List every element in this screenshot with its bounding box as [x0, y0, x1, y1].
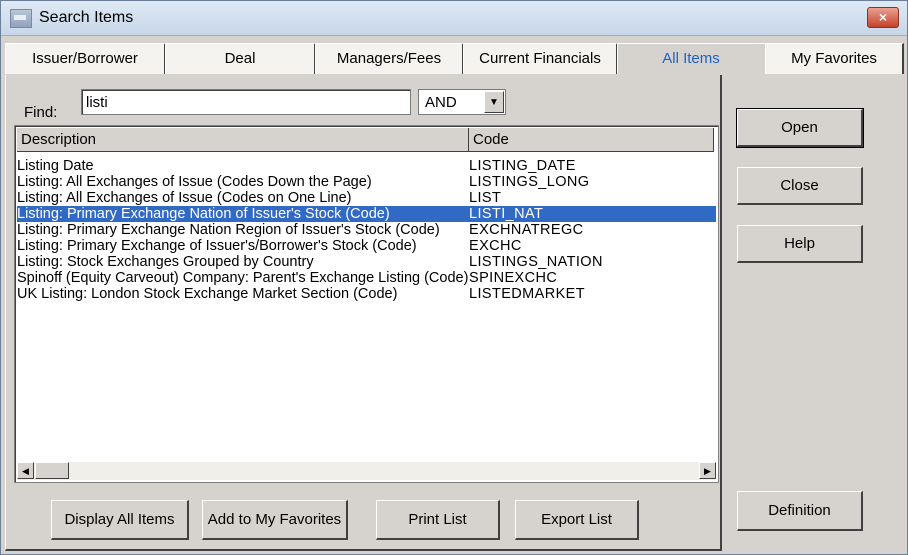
scroll-right-icon[interactable]: ▶	[699, 462, 716, 479]
horizontal-scrollbar[interactable]: ◀ ▶	[17, 462, 716, 480]
open-button[interactable]: Open	[736, 108, 864, 148]
item-description: Listing: All Exchanges of Issue (Codes D…	[17, 174, 372, 190]
close-window-button[interactable]: ×	[867, 7, 899, 28]
list-item[interactable]: Listing Date LISTING_DATE	[17, 158, 716, 174]
definition-button[interactable]: Definition	[737, 491, 863, 531]
title-bar: Search Items ×	[1, 1, 907, 36]
column-header-code[interactable]: Code	[469, 128, 714, 152]
item-code: EXCHNATREGC	[469, 222, 584, 238]
column-header-description[interactable]: Description	[17, 128, 469, 152]
display-all-items-button[interactable]: Display All Items	[51, 500, 189, 540]
item-description: Listing: Primary Exchange Nation of Issu…	[17, 206, 390, 222]
list-item[interactable]: Spinoff (Equity Carveout) Company: Paren…	[17, 270, 716, 286]
item-description: Listing Date	[17, 158, 94, 174]
list-item[interactable]: Listing: Primary Exchange Nation Region …	[17, 222, 716, 238]
item-code: LISTI_NAT	[469, 206, 544, 222]
item-code: LISTINGS_LONG	[469, 174, 590, 190]
list-item[interactable]: Listing: Primary Exchange of Issuer's/Bo…	[17, 238, 716, 254]
list-item[interactable]: Listing: Stock Exchanges Grouped by Coun…	[17, 254, 716, 270]
item-code: EXCHC	[469, 238, 522, 254]
help-button[interactable]: Help	[737, 225, 863, 263]
chevron-down-icon[interactable]: ▼	[484, 91, 504, 113]
tab-current-financials[interactable]: Current Financials	[463, 43, 618, 74]
item-description: UK Listing: London Stock Exchange Market…	[17, 286, 398, 302]
tab-all-items[interactable]: All Items	[617, 43, 765, 74]
export-list-button[interactable]: Export List	[515, 500, 639, 540]
items-list[interactable]: Description Code Listing Date LISTING_DAT…	[14, 125, 719, 483]
scroll-left-icon[interactable]: ◀	[17, 462, 34, 479]
list-item[interactable]: Listing: All Exchanges of Issue (Codes D…	[17, 174, 716, 190]
tab-my-favorites[interactable]: My Favorites	[765, 43, 904, 74]
item-code: LISTEDMARKET	[469, 286, 585, 302]
window-title: Search Items	[39, 9, 134, 26]
tab-issuer-borrower[interactable]: Issuer/Borrower	[5, 43, 166, 74]
list-item[interactable]: Listing: All Exchanges of Issue (Codes o…	[17, 190, 716, 206]
search-items-window: Search Items × Issuer/Borrower Deal Mana…	[0, 0, 908, 555]
operator-value: AND	[425, 94, 457, 111]
all-items-panel: Find: AND ▼ Description Code Listing Dat…	[5, 75, 722, 551]
find-input[interactable]	[81, 89, 411, 115]
app-icon	[10, 9, 32, 28]
item-code: LIST	[469, 190, 502, 206]
close-button[interactable]: Close	[737, 167, 863, 205]
item-code: LISTINGS_NATION	[469, 254, 603, 270]
tab-deal[interactable]: Deal	[165, 43, 316, 74]
add-to-favorites-button[interactable]: Add to My Favorites	[202, 500, 348, 540]
find-label: Find:	[24, 104, 58, 121]
tab-bar: Issuer/Borrower Deal Managers/Fees Curre…	[5, 43, 904, 75]
item-description: Spinoff (Equity Carveout) Company: Paren…	[17, 270, 469, 286]
print-list-button[interactable]: Print List	[376, 500, 500, 540]
list-item[interactable]: UK Listing: London Stock Exchange Market…	[17, 286, 716, 302]
item-code: SPINEXCHC	[469, 270, 558, 286]
list-item-selected[interactable]: Listing: Primary Exchange Nation of Issu…	[17, 206, 716, 222]
item-description: Listing: Primary Exchange of Issuer's/Bo…	[17, 238, 417, 254]
item-description: Listing: All Exchanges of Issue (Codes o…	[17, 190, 352, 206]
operator-select[interactable]: AND ▼	[418, 89, 506, 115]
item-description: Listing: Stock Exchanges Grouped by Coun…	[17, 254, 314, 270]
item-description: Listing: Primary Exchange Nation Region …	[17, 222, 440, 238]
tab-managers-fees[interactable]: Managers/Fees	[315, 43, 464, 74]
scroll-thumb[interactable]	[35, 462, 69, 479]
item-code: LISTING_DATE	[469, 158, 576, 174]
